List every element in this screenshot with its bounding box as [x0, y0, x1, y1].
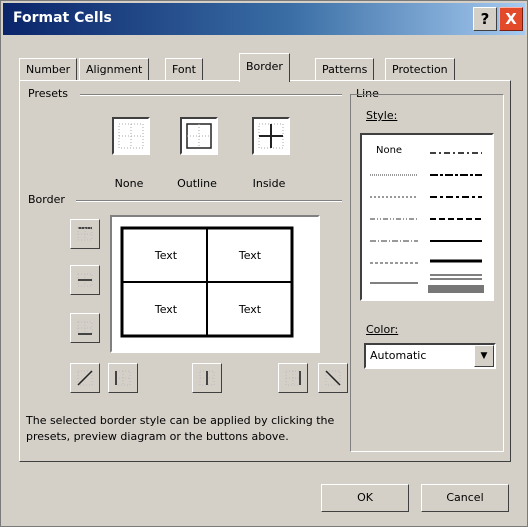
border-top-button[interactable]	[70, 219, 100, 249]
ok-button[interactable]: OK	[321, 484, 409, 512]
tab-label: Number	[26, 63, 71, 76]
help-button[interactable]: ?	[473, 7, 497, 31]
preset-outline-label: Outline	[177, 177, 217, 190]
preset-inside-label: Inside	[252, 177, 286, 190]
preset-none-label: None	[114, 177, 144, 190]
tab-border[interactable]: Border	[239, 53, 290, 82]
help-icon: ?	[480, 10, 490, 28]
diagonal-down-icon	[325, 370, 341, 386]
border-preview-diagram[interactable]: Text Text Text Text	[110, 215, 320, 353]
preset-inside-icon	[258, 123, 284, 149]
preset-none-icon	[118, 123, 144, 149]
line-style-selected	[428, 285, 484, 293]
title-bar: Format Cells ? X	[3, 3, 525, 35]
tab-label: Patterns	[322, 63, 368, 76]
border-bottom-button[interactable]	[70, 313, 100, 343]
chevron-down-icon[interactable]: ▼	[474, 345, 494, 367]
tab-patterns[interactable]: Patterns	[315, 58, 375, 81]
help-note: The selected border style can be applied…	[26, 414, 335, 443]
border-left-icon	[115, 370, 131, 386]
tab-label: Protection	[392, 63, 448, 76]
border-horizontal-button[interactable]	[70, 265, 100, 295]
color-select-value: Automatic	[370, 349, 427, 362]
border-tab-panel: Presets None Outline Inside Border Text …	[19, 80, 511, 462]
close-button[interactable]: X	[499, 7, 523, 31]
tab-label: Font	[172, 63, 196, 76]
tab-font[interactable]: Font	[165, 58, 203, 81]
tab-number[interactable]: Number	[19, 58, 78, 81]
format-cells-dialog: Format Cells ? X Number Alignment Font B…	[0, 0, 528, 527]
tab-strip: Number Alignment Font Border Patterns Pr…	[19, 53, 509, 82]
preset-inside-button[interactable]	[252, 117, 290, 155]
preview-cell-text: Text	[238, 302, 262, 316]
style-label: Style:	[364, 109, 400, 122]
preview-cell-text: Text	[238, 248, 262, 262]
border-divider	[76, 200, 342, 202]
border-horizontal-icon	[77, 273, 93, 287]
close-icon: X	[505, 10, 517, 28]
tab-label: Border	[246, 60, 283, 73]
border-right-icon	[285, 370, 301, 386]
border-diagonal-up-button[interactable]	[70, 363, 100, 393]
border-top-icon	[77, 227, 93, 241]
dialog-title: Format Cells	[13, 10, 112, 26]
preset-none-button[interactable]	[112, 117, 150, 155]
line-style-list[interactable]: None	[360, 133, 494, 301]
preview-cell-text: Text	[154, 248, 178, 262]
ok-button-label: OK	[357, 491, 373, 504]
preset-outline-button[interactable]	[180, 117, 218, 155]
border-diagonal-down-button[interactable]	[318, 363, 348, 393]
cancel-button[interactable]: Cancel	[421, 484, 509, 512]
presets-divider	[80, 94, 342, 96]
tab-label: Alignment	[86, 63, 143, 76]
preview-cell-text: Text	[154, 302, 178, 316]
cancel-button-label: Cancel	[446, 491, 484, 504]
border-right-button[interactable]	[278, 363, 308, 393]
tab-protection[interactable]: Protection	[385, 58, 455, 81]
border-vertical-button[interactable]	[192, 363, 222, 393]
preset-outline-icon	[186, 123, 212, 149]
border-vertical-icon	[199, 370, 215, 386]
color-select[interactable]: Automatic ▼	[364, 343, 496, 369]
tab-alignment[interactable]: Alignment	[79, 58, 150, 81]
diagonal-up-icon	[77, 370, 93, 386]
line-style-swatches	[370, 152, 484, 293]
border-left-button[interactable]	[108, 363, 138, 393]
presets-group-label: Presets	[26, 87, 71, 100]
border-bottom-icon	[77, 321, 93, 335]
color-label: Color:	[364, 323, 401, 336]
border-group-label: Border	[26, 193, 67, 206]
